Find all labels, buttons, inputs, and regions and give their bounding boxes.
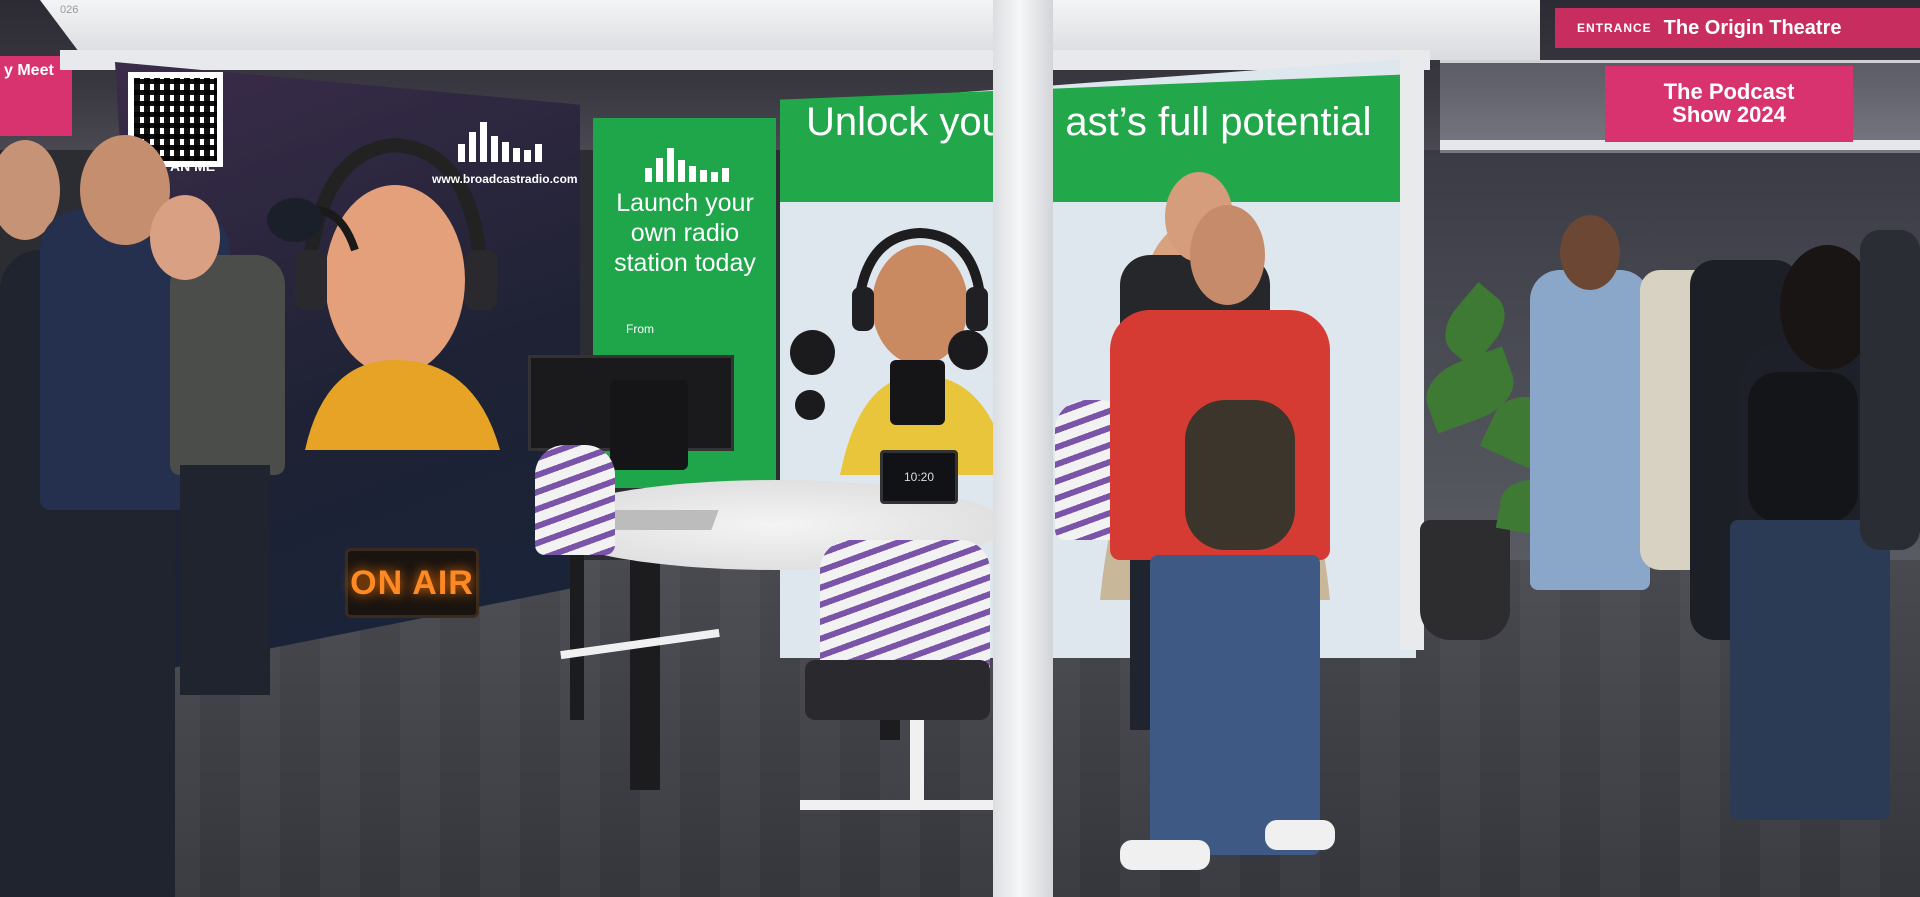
entrance-label: ENTRANCE [1577, 21, 1652, 35]
headphones-icon [790, 330, 835, 375]
table-leg [570, 540, 584, 720]
person-head [1190, 205, 1265, 305]
person-denim-jacket [1530, 270, 1650, 590]
backpack [1748, 372, 1858, 522]
left-sign-text: y Meet [4, 62, 54, 79]
booth-number: 026 [60, 4, 79, 16]
chair-base [800, 800, 1000, 810]
scan-me-label: AN ME [170, 158, 216, 174]
theatre-label: The Origin Theatre [1663, 16, 1842, 39]
green-panel-headline: Launch your own radio station today [614, 189, 756, 277]
person-dark-jeans [1730, 520, 1890, 820]
entrance-sign: ENTRANCE The Origin Theatre [1555, 8, 1920, 48]
broadcast-radio-logo-icon [458, 122, 542, 162]
speaker [610, 380, 688, 470]
right-panel-headline: Unlock your P ast’s full potential [806, 100, 1372, 144]
person-jeans [1150, 555, 1320, 855]
camo-sling-bag [1185, 400, 1295, 550]
on-air-light: ON AIR [345, 548, 479, 618]
chair-seat [805, 660, 990, 720]
person-head [1560, 215, 1620, 290]
sneaker [1265, 820, 1335, 850]
chair-column [910, 720, 924, 800]
table-leg [630, 560, 660, 790]
person-edge-right [1860, 230, 1920, 550]
office-chair [535, 445, 615, 555]
website-url: www.broadcastradio.com [432, 172, 578, 186]
tablet-clock-time: 10:20 [903, 470, 935, 484]
from-price-label: From [626, 322, 654, 336]
sneaker [1120, 840, 1210, 870]
podcast-show-banner: The Podcast Show 2024 [1605, 66, 1853, 142]
tablet-clock: 10:20 [880, 450, 958, 504]
speaker [890, 360, 945, 425]
plant-pot [1420, 520, 1510, 640]
person-grey-shirt [170, 255, 285, 475]
person-head [150, 195, 220, 280]
headphones-icon [948, 330, 988, 370]
on-air-text: ON AIR [350, 563, 474, 602]
booth-front-post [993, 0, 1053, 897]
podcast-show-line2: Show 2024 [1672, 102, 1786, 127]
green-panel-logo-icon [645, 148, 729, 182]
person-trousers [180, 465, 270, 695]
expo-booth-photo: ENTRANCE The Origin Theatre The Podcast … [0, 0, 1920, 897]
booth-top-frame [60, 50, 1430, 70]
microphone-icon [795, 390, 825, 420]
woman-podcaster-graphic [840, 227, 1010, 475]
podcast-show-line1: The Podcast [1663, 79, 1795, 104]
